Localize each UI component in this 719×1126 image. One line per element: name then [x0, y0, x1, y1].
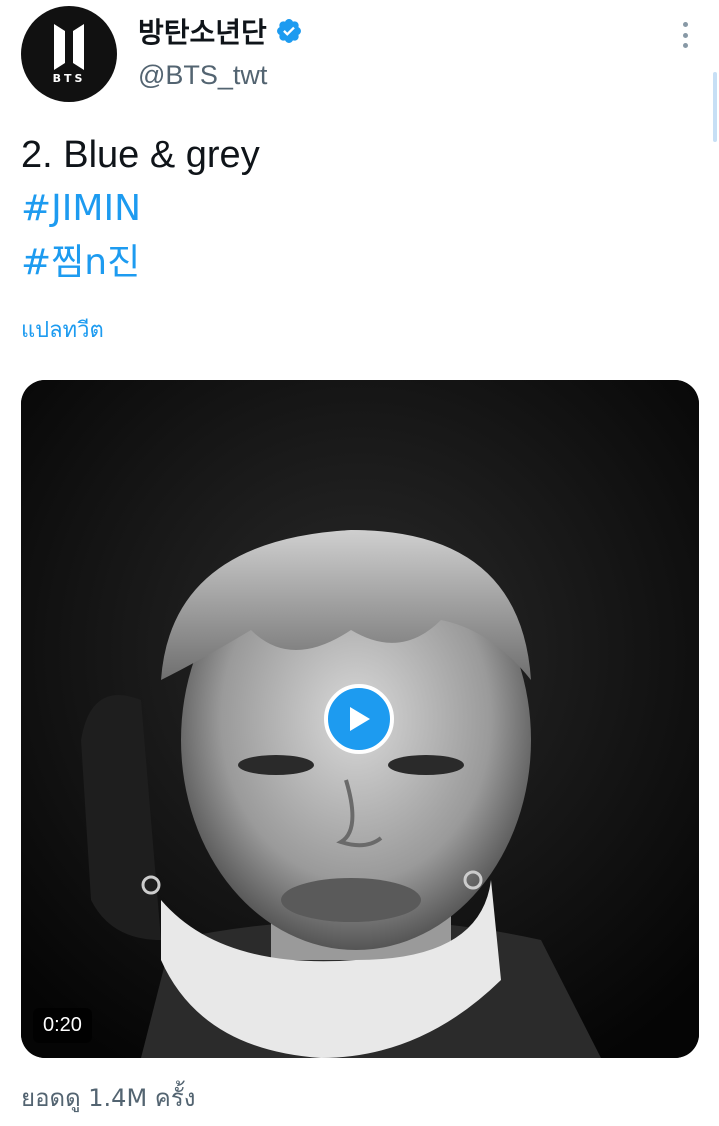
- hashtag-link-jjim-n-jin[interactable]: #찜n진: [21, 236, 691, 290]
- avatar[interactable]: BTS: [21, 6, 117, 102]
- hashtag-link-jimin[interactable]: #JIMIN: [21, 182, 691, 236]
- tweet-text-line: 2. Blue & grey: [21, 134, 260, 176]
- verified-badge-icon: [276, 19, 301, 43]
- play-button[interactable]: [324, 684, 394, 754]
- play-icon: [350, 707, 370, 731]
- more-vertical-icon[interactable]: [672, 20, 698, 50]
- view-count: ยอดดู 1.4M ครั้ง: [21, 1084, 196, 1112]
- user-handle[interactable]: @BTS_twt: [138, 60, 267, 91]
- bts-logo-icon: [54, 24, 84, 70]
- display-name[interactable]: 방탄소년단: [138, 11, 267, 51]
- translate-tweet-link[interactable]: แปลทวีต: [21, 312, 104, 347]
- author-name-row[interactable]: 방탄소년단: [138, 12, 303, 50]
- video-player[interactable]: 0:20: [21, 380, 699, 1058]
- scrollbar[interactable]: [713, 72, 717, 142]
- video-duration-badge: 0:20: [33, 1008, 92, 1043]
- avatar-logo-text: BTS: [52, 72, 86, 85]
- tweet-text: 2. Blue & grey #JIMIN #찜n진: [21, 128, 691, 290]
- tweet-detail-page: BTS 방탄소년단 @BTS_twt 2. Blue & grey #JIMIN…: [0, 0, 719, 1126]
